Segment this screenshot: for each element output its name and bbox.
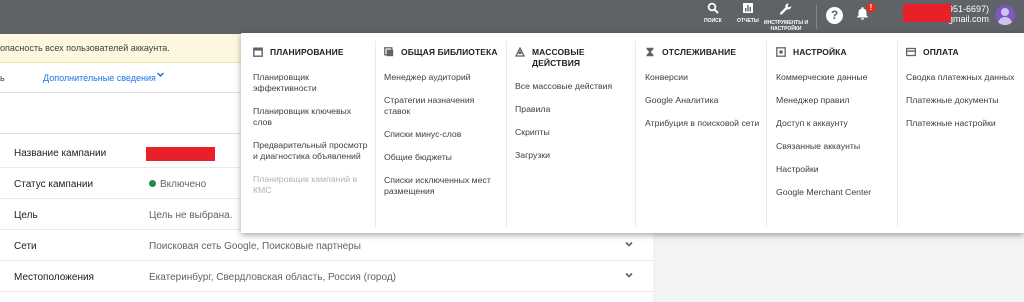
menu-item-scripts[interactable]: Скрипты — [515, 127, 630, 138]
menu-column-shared-library: ОБЩАЯ БИБЛИОТЕКА Менеджер аудиторий Стра… — [372, 33, 506, 229]
menu-column-measurement: ОТСЛЕЖИВАНИЕ Конверсии Google Аналитика … — [633, 33, 765, 229]
menu-column-title: МАССОВЫЕ ДЕЙСТВИЯ — [532, 47, 585, 68]
setting-label: Название кампании — [14, 148, 107, 159]
menu-item-billing-summary[interactable]: Сводка платежных данных — [906, 72, 1021, 83]
menu-item-billing-settings[interactable]: Платежные настройки — [906, 118, 1021, 129]
menu-item-conversions[interactable]: Конверсии — [645, 72, 760, 83]
menu-column-billing: ОПЛАТА Сводка платежных данных Платежные… — [894, 33, 1024, 229]
menu-item-google-analytics[interactable]: Google Аналитика — [645, 95, 760, 106]
menu-item-search-attribution[interactable]: Атрибуция в поисковой сети — [645, 118, 760, 129]
redacted-campaign-name — [146, 147, 215, 161]
setting-row-networks[interactable]: Сети Поисковая сеть Google, Поисковые па… — [0, 230, 653, 261]
menu-item-ad-preview[interactable]: Предварительный просмотр и диагностика о… — [253, 140, 368, 162]
setting-label: Местоположения — [14, 272, 94, 283]
menu-items: Планировщик эффективности Планировщик кл… — [253, 72, 368, 208]
status-text: Включено — [160, 179, 207, 190]
menu-items: Сводка платежных данных Платежные докуме… — [906, 72, 1021, 141]
reports-label: ОТЧЕТЫ — [737, 18, 759, 24]
library-icon — [384, 47, 394, 57]
menu-column-header: МАССОВЫЕ ДЕЙСТВИЯ — [514, 46, 630, 69]
menu-column-title: ПЛАНИРОВАНИЕ — [270, 47, 344, 57]
menu-column-title: ОПЛАТА — [923, 47, 959, 57]
setting-label: Сети — [14, 241, 37, 252]
menu-column-header: ПЛАНИРОВАНИЕ — [253, 47, 344, 58]
setting-label: Цель — [14, 210, 38, 221]
top-bar: ПОИСК ОТЧЕТЫ ИНСТРУМЕНТЫ И НАСТРОЙКИ ? !… — [0, 0, 1024, 34]
warning-text: опасность всех пользователей аккаунта. — [0, 43, 170, 53]
reports-icon — [742, 2, 754, 18]
setting-value: Поисковая сеть Google, Поисковые партнер… — [149, 241, 361, 252]
menu-item-keyword-planner[interactable]: Планировщик ключевых слов — [253, 106, 368, 128]
avatar-head — [1001, 8, 1009, 16]
setting-value: Цель не выбрана. — [149, 210, 233, 221]
chevron-down-icon[interactable] — [156, 70, 165, 82]
menu-item-account-access[interactable]: Доступ к аккаунту — [776, 118, 891, 129]
menu-column-title: ОБЩАЯ БИБЛИОТЕКА — [401, 47, 498, 57]
calendar-icon — [253, 47, 263, 57]
redaction-block — [903, 4, 951, 22]
search-label: ПОИСК — [704, 18, 722, 24]
topbar-divider — [816, 5, 817, 29]
avatar-body — [998, 17, 1012, 25]
status-dot-icon — [149, 180, 156, 187]
reports-button[interactable]: ОТЧЕТЫ — [737, 2, 759, 24]
chevron-down-icon[interactable] — [624, 238, 634, 252]
menu-items: Коммерческие данные Менеджер правил Дост… — [776, 72, 891, 210]
menu-column-title: НАСТРОЙКА — [793, 47, 847, 57]
menu-item-business-data[interactable]: Коммерческие данные — [776, 72, 891, 83]
menu-column-bulk-actions: МАССОВЫЕ ДЕЙСТВИЯ Все массовые действия … — [503, 33, 637, 229]
notification-badge: ! — [866, 3, 876, 13]
menu-item-audience-manager[interactable]: Менеджер аудиторий — [384, 72, 499, 83]
menu-item-all-bulk-actions[interactable]: Все массовые действия — [515, 81, 630, 92]
tools-menu-panel: ПЛАНИРОВАНИЕ Планировщик эффективности П… — [241, 33, 1024, 233]
menu-item-performance-planner[interactable]: Планировщик эффективности — [253, 72, 368, 94]
menu-item-display-planner: Планировщик кампаний в КМС — [253, 174, 358, 195]
menu-items: Менеджер аудиторий Стратегии назначения … — [384, 72, 499, 209]
menu-item-linked-accounts[interactable]: Связанные аккаунты — [776, 141, 891, 152]
avatar[interactable] — [995, 5, 1015, 25]
setting-row-locations[interactable]: Местоположения Екатеринбург, Свердловска… — [0, 261, 653, 292]
menu-item-billing-documents[interactable]: Платежные документы — [906, 95, 1021, 106]
menu-item-placement-exclusions[interactable]: Списки исключенных мест размещения — [384, 175, 499, 197]
menu-column-planning: ПЛАНИРОВАНИЕ Планировщик эффективности П… — [241, 33, 375, 229]
bulk-actions-icon — [514, 46, 526, 57]
search-button[interactable]: ПОИСК — [704, 2, 722, 24]
menu-item-merchant-center[interactable]: Google Merchant Center — [776, 187, 891, 198]
menu-item-preferences[interactable]: Настройки — [776, 164, 891, 175]
menu-column-header: ОБЩАЯ БИБЛИОТЕКА — [384, 47, 498, 58]
menu-item-rules[interactable]: Правила — [515, 104, 630, 115]
menu-item-bid-strategies[interactable]: Стратегии назначения ставок — [384, 95, 499, 117]
menu-column-header: НАСТРОЙКА — [776, 47, 847, 58]
setting-label: Статус кампании — [14, 179, 94, 190]
credit-card-icon — [905, 47, 917, 57]
search-icon — [707, 2, 719, 18]
menu-item-uploads[interactable]: Загрузки — [515, 150, 630, 161]
menu-items: Все массовые действия Правила Скрипты За… — [515, 81, 630, 173]
tools-label: ИНСТРУМЕНТЫ И НАСТРОЙКИ — [763, 20, 809, 32]
status-value: Включено — [149, 179, 206, 190]
tools-and-settings-button[interactable]: ИНСТРУМЕНТЫ И НАСТРОЙКИ — [758, 2, 814, 32]
menu-column-header: ОПЛАТА — [905, 47, 959, 58]
menu-items: Конверсии Google Аналитика Атрибуция в п… — [645, 72, 760, 141]
menu-column-setup: НАСТРОЙКА Коммерческие данные Менеджер п… — [764, 33, 898, 229]
setting-value: Екатеринбург, Свердловская область, Росс… — [149, 272, 396, 283]
menu-column-header: ОТСЛЕЖИВАНИЕ — [645, 47, 736, 58]
chevron-down-icon[interactable] — [624, 269, 634, 283]
help-icon[interactable]: ? — [826, 7, 843, 24]
menu-item-negative-keywords[interactable]: Списки минус-слов — [384, 129, 499, 140]
more-details-link[interactable]: Дополнительные сведения — [43, 73, 156, 83]
wrench-icon — [779, 2, 793, 20]
subnav-edge-text: ь — [0, 73, 5, 83]
menu-column-title: ОТСЛЕЖИВАНИЕ — [662, 47, 737, 57]
settings-icon — [776, 47, 786, 57]
menu-item-rule-manager[interactable]: Менеджер правил — [776, 95, 891, 106]
menu-item-shared-budgets[interactable]: Общие бюджеты — [384, 152, 499, 163]
hourglass-icon — [645, 47, 655, 57]
